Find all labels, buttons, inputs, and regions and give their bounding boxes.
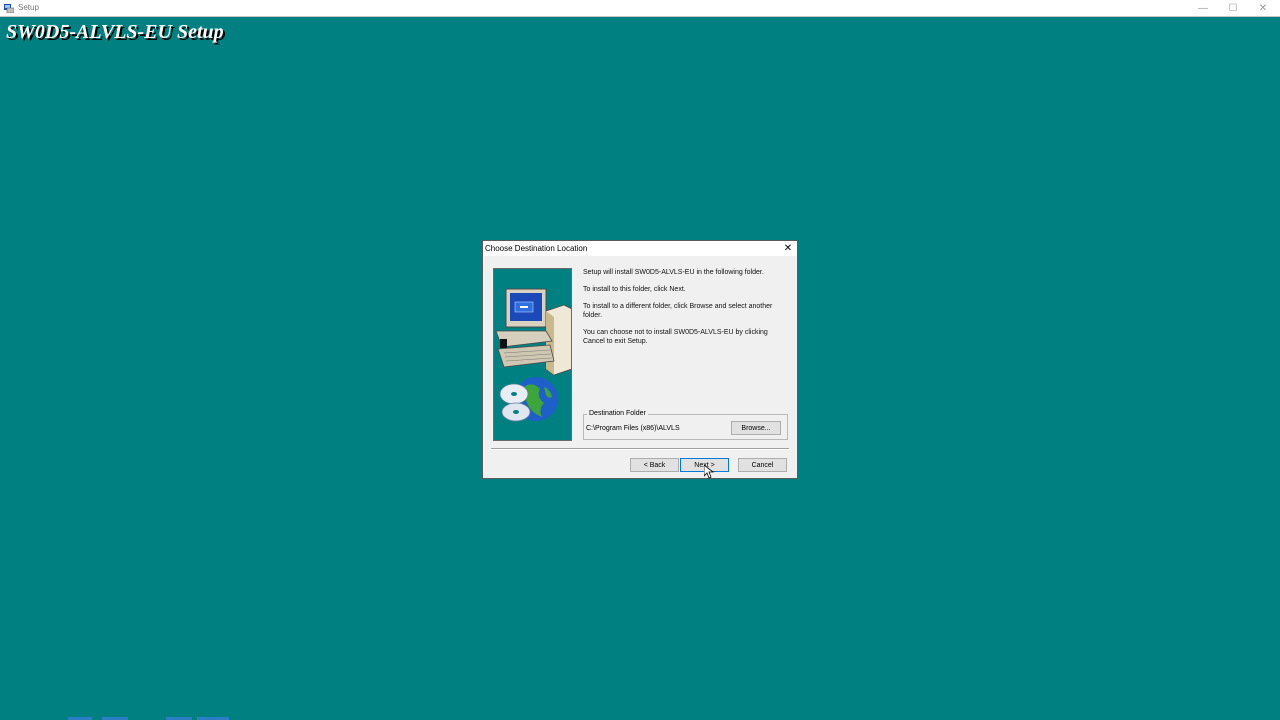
instruction-cancel-text: You can choose not to install SW0D5-ALVL… xyxy=(583,329,768,336)
instruction-next-text: To install to this folder, click Next. xyxy=(583,286,686,293)
cancel-button[interactable]: Cancel xyxy=(738,458,787,472)
instruction-browse-text-cont: folder. xyxy=(583,312,603,319)
maximize-button[interactable]: ☐ xyxy=(1218,0,1248,17)
minimize-button[interactable]: — xyxy=(1188,0,1218,17)
dialog-title: Choose Destination Location xyxy=(485,244,588,253)
dialog-close-button[interactable]: ✕ xyxy=(781,241,795,256)
close-icon: ✕ xyxy=(1258,3,1268,14)
window-title: Setup xyxy=(18,3,39,12)
destination-folder-legend: Destination Folder xyxy=(587,410,648,418)
instruction-cancel-text-cont: Cancel to exit Setup. xyxy=(583,338,648,345)
dialog-separator xyxy=(491,448,789,450)
browse-button[interactable]: Browse... xyxy=(731,421,781,435)
intro-text: Setup will install SW0D5-ALVLS-EU in the… xyxy=(583,269,764,276)
destination-path: C:\Program Files (x86)\ALVLS xyxy=(586,425,680,432)
back-button[interactable]: < Back xyxy=(630,458,679,472)
close-window-button[interactable]: ✕ xyxy=(1248,0,1278,17)
dialog-titlebar: Choose Destination Location ✕ xyxy=(483,241,797,256)
instruction-browse-text: To install to a different folder, click … xyxy=(583,303,773,310)
window-titlebar: Setup — ☐ ✕ xyxy=(0,0,1280,17)
setup-heading: SW0D5-ALVLS-EU Setup xyxy=(6,21,224,43)
mouse-pointer-icon xyxy=(704,465,714,479)
setup-app-icon xyxy=(4,4,14,13)
computer-and-globe-illustration xyxy=(493,268,572,441)
close-icon: ✕ xyxy=(783,243,793,254)
minimize-icon: — xyxy=(1198,3,1208,14)
maximize-icon: ☐ xyxy=(1228,3,1238,14)
choose-destination-dialog: Choose Destination Location ✕ Setup will… xyxy=(482,240,798,479)
